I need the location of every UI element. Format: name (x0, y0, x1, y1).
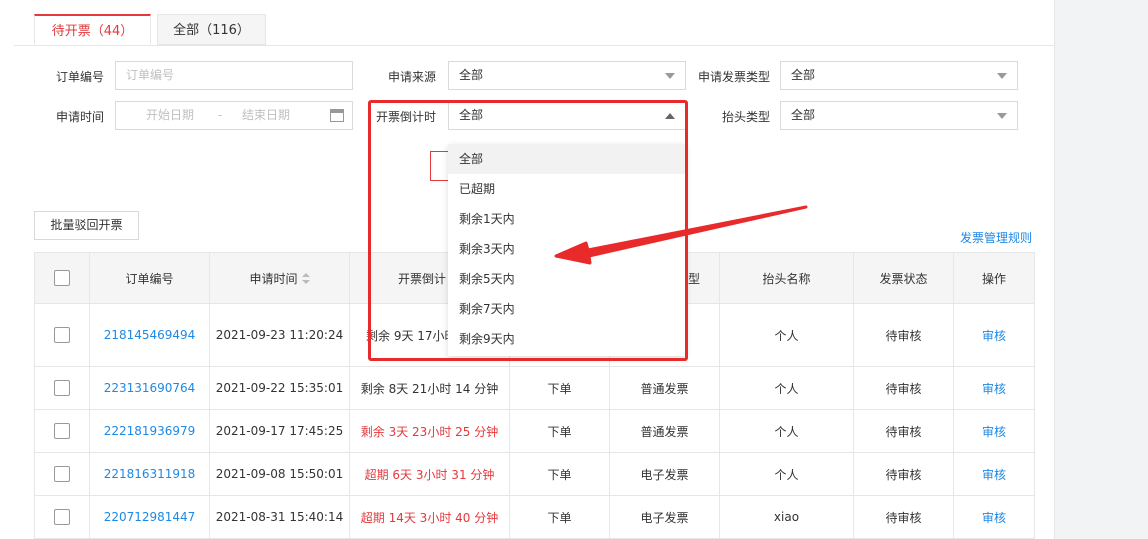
countdown-cell: 超期 6天 3小时 31 分钟 (349, 452, 510, 496)
checkbox-icon[interactable] (54, 423, 70, 439)
review-link[interactable]: 审核 (982, 425, 1006, 439)
table-row: 222181936979 2021-09-17 17:45:25 剩余 3天 2… (34, 409, 1035, 453)
start-date-input[interactable]: 开始日期 (146, 102, 194, 129)
tabs-divider (14, 45, 1054, 46)
review-link[interactable]: 审核 (982, 382, 1006, 396)
apply-time-cell: 2021-09-23 11:20:24 (209, 303, 350, 367)
table-row: 221816311918 2021-09-08 15:50:01 超期 6天 3… (34, 452, 1035, 496)
source-select[interactable]: 全部 (448, 61, 686, 90)
invoice-type-label: 申请发票类型 (697, 70, 770, 84)
header-order-no: 订单编号 (89, 252, 210, 304)
row-checkbox-cell[interactable] (34, 495, 90, 539)
source-cell: 下单 (509, 409, 610, 453)
apply-time-label: 申请时间 (55, 110, 104, 124)
chevron-down-icon (665, 73, 675, 79)
order-number-link[interactable]: 223131690764 (104, 381, 196, 395)
checkbox-icon[interactable] (54, 380, 70, 396)
date-range-picker[interactable]: 开始日期 - 结束日期 (115, 101, 353, 130)
order-number-link[interactable]: 221816311918 (104, 467, 196, 481)
checkbox-icon[interactable] (54, 509, 70, 525)
order-no-label: 订单编号 (55, 70, 104, 84)
row-checkbox-cell[interactable] (34, 452, 90, 496)
title-name-cell: 个人 (719, 452, 854, 496)
title-name-cell: 个人 (719, 366, 854, 410)
source-label: 申请来源 (387, 70, 436, 84)
review-link[interactable]: 审核 (982, 329, 1006, 343)
status-cell: 待审核 (853, 366, 954, 410)
invoice-rules-link[interactable]: 发票管理规则 (960, 229, 1032, 246)
header-apply-time-label: 申请时间 (249, 271, 298, 286)
status-cell: 待审核 (853, 303, 954, 367)
table-row: 220712981447 2021-08-31 15:40:14 超期 14天 … (34, 495, 1035, 539)
invoice-type-select[interactable]: 全部 (780, 61, 1018, 90)
apply-time-cell: 2021-09-08 15:50:01 (209, 452, 350, 496)
order-number-link[interactable]: 220712981447 (104, 510, 196, 524)
status-cell: 待审核 (853, 452, 954, 496)
checkbox-icon[interactable] (54, 327, 70, 343)
header-title-name: 抬头名称 (719, 252, 854, 304)
header-apply-time[interactable]: 申请时间 (209, 252, 350, 304)
table-row: 223131690764 2021-09-22 15:35:01 剩余 8天 2… (34, 366, 1035, 410)
countdown-cell: 超期 14天 3小时 40 分钟 (349, 495, 510, 539)
calendar-icon[interactable] (330, 109, 344, 122)
sort-icon[interactable] (301, 273, 310, 285)
source-cell: 下单 (509, 452, 610, 496)
checkbox-icon[interactable] (54, 466, 70, 482)
order-number-link[interactable]: 218145469494 (104, 328, 196, 342)
row-checkbox-cell[interactable] (34, 366, 90, 410)
header-select-all[interactable] (34, 252, 90, 304)
annotation-highlight-box (368, 100, 688, 361)
title-name-cell: 个人 (719, 303, 854, 367)
tab-all[interactable]: 全部（116） (157, 14, 266, 45)
invoice-type-cell: 普通发票 (609, 366, 720, 410)
source-select-value: 全部 (459, 68, 484, 82)
invoice-type-cell: 普通发票 (609, 409, 720, 453)
review-link[interactable]: 审核 (982, 468, 1006, 482)
title-name-cell: 个人 (719, 409, 854, 453)
order-no-input[interactable]: 订单编号 (115, 61, 353, 90)
chevron-down-icon (997, 113, 1007, 119)
source-cell: 下单 (509, 495, 610, 539)
checkbox-icon[interactable] (54, 270, 70, 286)
date-separator: - (218, 108, 223, 122)
end-date-input[interactable]: 结束日期 (242, 102, 290, 129)
status-cell: 待审核 (853, 495, 954, 539)
invoice-type-cell: 电子发票 (609, 452, 720, 496)
apply-time-cell: 2021-09-22 15:35:01 (209, 366, 350, 410)
source-cell: 下单 (509, 366, 610, 410)
apply-time-cell: 2021-09-17 17:45:25 (209, 409, 350, 453)
row-checkbox-cell[interactable] (34, 409, 90, 453)
countdown-cell: 剩余 8天 21小时 14 分钟 (349, 366, 510, 410)
header-action: 操作 (953, 252, 1035, 304)
title-name-cell: xiao (719, 495, 854, 539)
tab-pending[interactable]: 待开票（44） (34, 14, 151, 45)
countdown-cell: 剩余 3天 23小时 25 分钟 (349, 409, 510, 453)
batch-reject-button[interactable]: 批量驳回开票 (34, 211, 139, 240)
order-number-link[interactable]: 222181936979 (104, 424, 196, 438)
header-invoice-status: 发票状态 (853, 252, 954, 304)
chevron-down-icon (997, 73, 1007, 79)
status-cell: 待审核 (853, 409, 954, 453)
row-checkbox-cell[interactable] (34, 303, 90, 367)
title-type-select-value: 全部 (791, 108, 816, 122)
main-panel: 待开票（44） 全部（116） 订单编号 订单编号 申请来源 全部 申请发票类型… (0, 0, 1055, 539)
review-link[interactable]: 审核 (982, 511, 1006, 525)
title-type-label: 抬头类型 (721, 110, 770, 124)
apply-time-cell: 2021-08-31 15:40:14 (209, 495, 350, 539)
invoice-type-select-value: 全部 (791, 68, 816, 82)
invoice-type-cell: 电子发票 (609, 495, 720, 539)
title-type-select[interactable]: 全部 (780, 101, 1018, 130)
